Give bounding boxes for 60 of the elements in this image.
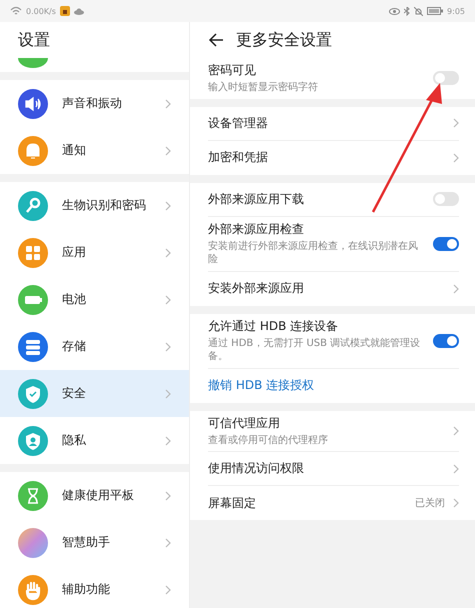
setting-title: 外部来源应用下载 [208,190,305,208]
revoke-link[interactable]: 撤销 HDB 连接授权 [208,373,314,398]
sidebar-item[interactable]: 应用 [0,229,189,276]
page-title: 更多安全设置 [236,30,332,50]
setting-description: 输入时短暂显示密码字符 [208,81,319,94]
sidebar-title: 设置 [18,30,50,50]
chevron-icon[interactable] [453,118,459,128]
chevron-icon[interactable] [453,464,459,474]
toggle-switch[interactable] [433,192,459,206]
app-icon [60,6,70,16]
setting-title: 使用情况访问权限 [208,460,305,477]
sidebar-item[interactable]: 辅助功能 [0,566,189,608]
setting-title: 安装外部来源应用 [208,280,305,297]
setting-description: 安装前进行外部来源应用检查，在线识别潜在风险 [208,240,419,266]
chevron-icon [165,436,171,446]
chevron-icon [165,248,171,258]
cloud-icon [74,8,84,14]
setting-description: 通过 HDB，无需打开 USB 调试模式就能管理设备。 [208,336,422,364]
toggle-switch[interactable] [433,71,459,86]
chevron-icon [165,490,171,500]
chevron-icon [165,98,171,108]
wifi-icon [10,6,22,16]
setting-value: 已关闭 [415,496,445,510]
setting-title: 允许通过 HDB 连接设备 [208,318,340,334]
chevron-icon [165,584,171,594]
battery-icon [427,7,444,15]
chevron-icon [165,342,171,352]
sidebar-item[interactable]: 通知 [0,127,189,174]
setting-description: 查看或停用可信的代理程序 [208,434,329,447]
chevron-icon[interactable] [453,426,459,436]
setting-title: 加密和凭据 [208,149,269,166]
network-speed: 0.00K/s [26,6,56,16]
sidebar-item[interactable]: 隐私 [0,417,189,464]
back-icon[interactable] [208,33,224,47]
clock: 9:05 [447,6,465,16]
chevron-icon[interactable] [453,498,459,508]
mute-icon [414,6,424,16]
chevron-icon[interactable] [453,284,459,294]
toggle-switch[interactable] [433,236,459,250]
sidebar-item[interactable]: 声音和振动 [0,80,189,127]
sidebar-item[interactable]: 安全 [0,370,189,417]
setting-title: 屏幕固定 [208,494,257,512]
eye-icon [389,8,400,14]
chevron-icon [165,388,171,398]
chevron-icon [165,200,171,210]
chevron-icon[interactable] [453,152,459,162]
chevron-icon [165,538,171,548]
chevron-icon [165,146,171,156]
setting-title: 密码可见 [208,62,257,79]
chevron-icon [165,294,171,304]
sidebar-item[interactable]: 智慧助手 [0,519,189,566]
bluetooth-icon [404,6,410,16]
setting-title: 可信代理应用 [208,414,281,432]
toggle-switch[interactable] [433,334,459,348]
sidebar-item[interactable]: 电池 [0,276,189,323]
sidebar-item[interactable]: 生物识别和密码 [0,182,189,229]
setting-title: 外部来源应用检查 [208,220,305,238]
sidebar-item[interactable]: 存储 [0,323,189,370]
sidebar-item[interactable]: 健康使用平板 [0,472,189,519]
setting-title: 设备管理器 [208,114,269,132]
